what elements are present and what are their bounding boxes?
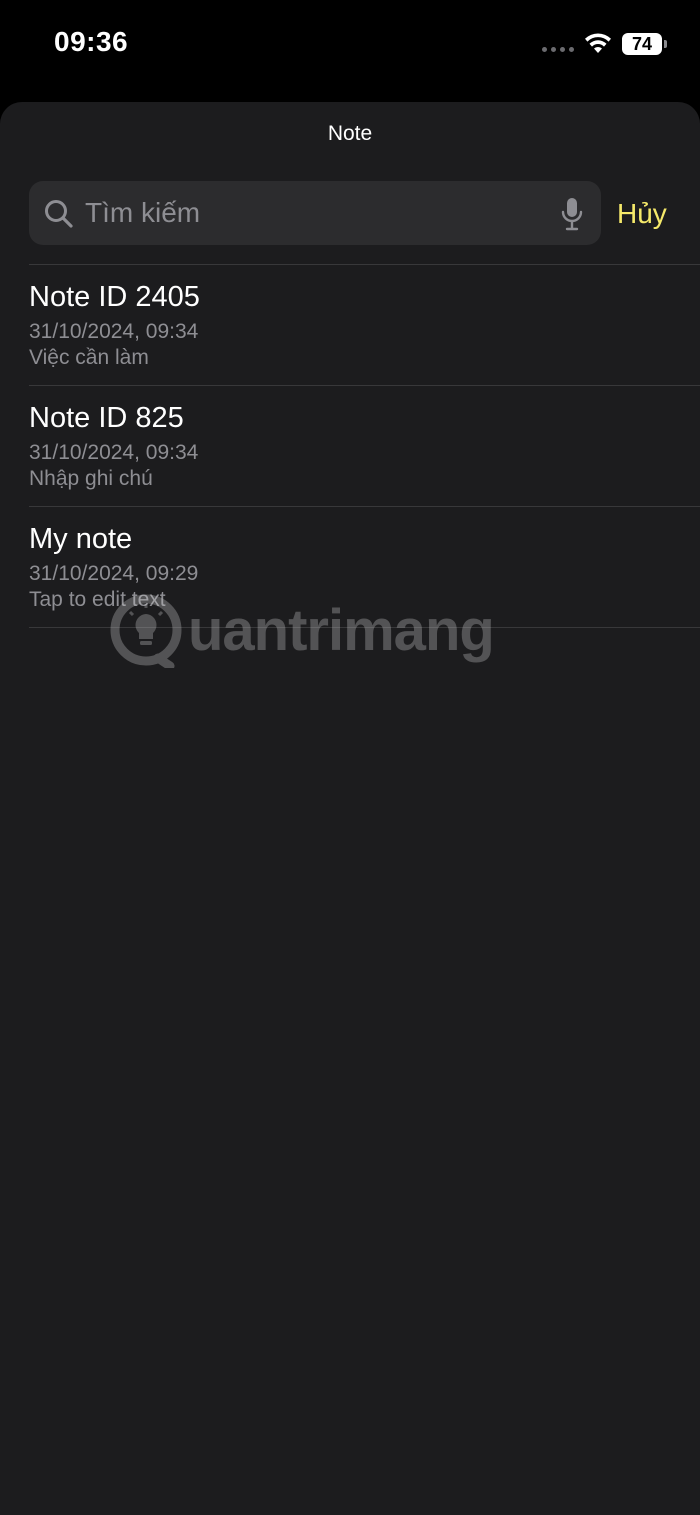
note-preview: Nhập ghi chú	[29, 467, 153, 490]
note-title: My note	[29, 523, 133, 555]
microphone-icon[interactable]	[560, 197, 584, 231]
cancel-button[interactable]: Hủy	[617, 198, 667, 230]
status-bar: 09:36 74	[0, 0, 700, 102]
status-time: 09:36	[54, 26, 129, 57]
note-list-item[interactable]: My note 31/10/2024, 09:29 Tap to edit te…	[29, 506, 700, 628]
sheet-title: Note	[327, 122, 373, 145]
note-title: Note ID 2405	[29, 281, 200, 313]
note-date: 31/10/2024, 09:34	[29, 441, 199, 464]
note-title: Note ID 825	[29, 402, 184, 434]
battery-icon: 74	[622, 33, 662, 55]
wifi-icon	[585, 33, 611, 53]
note-preview: Việc cần làm	[29, 346, 149, 369]
note-preview: Tap to edit text	[29, 588, 166, 611]
search-input[interactable]	[85, 181, 545, 245]
note-list-item[interactable]: Note ID 825 31/10/2024, 09:34 Nhập ghi c…	[29, 385, 700, 506]
search-icon	[45, 200, 73, 228]
battery-level: 74	[631, 34, 653, 54]
notes-sheet: Note Hủy Note ID 2405 31/10/2024, 09:34 …	[0, 102, 700, 1515]
search-field[interactable]	[29, 181, 601, 245]
note-list-item[interactable]: Note ID 2405 31/10/2024, 09:34 Việc cần …	[29, 264, 700, 385]
note-list: Note ID 2405 31/10/2024, 09:34 Việc cần …	[29, 264, 700, 628]
signal-dots-icon	[542, 47, 574, 52]
note-date: 31/10/2024, 09:29	[29, 562, 199, 585]
note-date: 31/10/2024, 09:34	[29, 320, 199, 343]
battery-tip	[664, 40, 667, 48]
